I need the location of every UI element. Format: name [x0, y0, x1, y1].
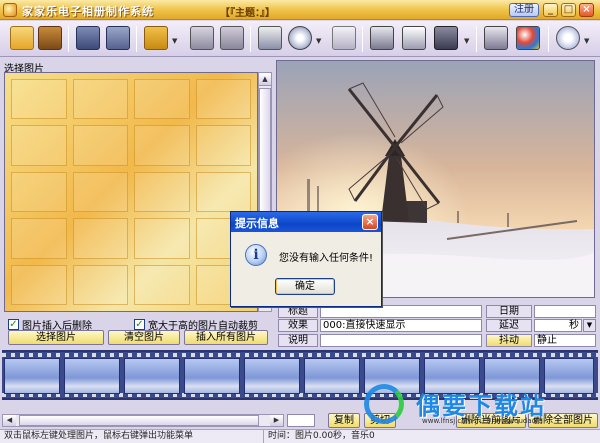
thumbnail-slot[interactable] — [11, 264, 67, 305]
dialog-ok-button[interactable]: 确定 — [275, 278, 335, 295]
thumbnail-slot[interactable] — [134, 125, 190, 166]
position-field[interactable] — [287, 414, 315, 427]
dropdown-arrow-icon[interactable]: ▼ — [316, 37, 321, 45]
title-bar: 家家乐电子相册制作系统 【『主题：』】 注册 _ □ × — [0, 0, 600, 20]
thumbnail-slot[interactable] — [11, 218, 67, 259]
thumbnail-slot[interactable] — [134, 264, 190, 305]
clear-pictures-button[interactable]: 清空图片 — [108, 330, 180, 345]
palette-icon[interactable] — [514, 24, 542, 52]
shake-button[interactable]: 抖动 — [486, 334, 532, 347]
thumbnail-slot[interactable] — [72, 79, 128, 120]
film-perforation — [2, 353, 598, 357]
screenshot-icon[interactable] — [432, 24, 460, 52]
dialog-title-bar: 提示信息 × — [231, 212, 381, 232]
insert-frame-icon[interactable] — [142, 24, 170, 52]
settings-icon[interactable] — [554, 24, 582, 52]
print-icon[interactable] — [188, 24, 216, 52]
filmstrip-scrollbar[interactable]: ◀ ▶ — [2, 414, 284, 427]
dropdown-arrow-icon[interactable]: ▼ — [584, 37, 589, 45]
edit-text-icon[interactable] — [256, 24, 284, 52]
scroll-right-icon[interactable]: ▶ — [270, 415, 283, 426]
status-bar: 双击鼠标左键处理图片，鼠标右键弹出功能菜单 时间：图片0.00秒，音乐0 — [0, 429, 600, 443]
thumbnail-grid[interactable] — [4, 72, 258, 312]
theme-label: 【『主题：』】 — [220, 8, 275, 19]
effect-label: 效果 — [278, 319, 318, 332]
thumbnail-slot[interactable] — [195, 125, 251, 166]
delay-dropdown-icon[interactable]: ▼ — [583, 319, 596, 332]
thumbnail-slot[interactable] — [195, 171, 251, 213]
delay-label: 延迟 — [486, 319, 532, 332]
register-button[interactable]: 注册 — [509, 3, 539, 17]
delay-unit[interactable]: 秒 — [534, 319, 582, 332]
thumbnail-slot[interactable] — [72, 218, 128, 259]
thumbnail-slot[interactable] — [134, 171, 190, 213]
open-album-icon[interactable] — [36, 24, 64, 52]
dialog-title: 提示信息 — [235, 217, 279, 230]
status-hint: 双击鼠标左键处理图片，鼠标右键弹出功能菜单 — [4, 431, 194, 441]
new-album-icon[interactable] — [8, 24, 36, 52]
watermark-logo-icon — [364, 384, 404, 424]
theme-book-icon[interactable] — [368, 24, 396, 52]
film-frame[interactable] — [4, 358, 60, 394]
close-button[interactable]: × — [579, 3, 594, 17]
app-title: 家家乐电子相册制作系统 — [22, 5, 154, 18]
thumbnail-slot[interactable] — [72, 125, 128, 166]
film-frame[interactable] — [124, 358, 180, 394]
info-dialog: 提示信息 × i 您没有输入任何条件! 确定 — [230, 211, 382, 307]
toolbar-separator — [68, 26, 69, 52]
toolbar-separator — [548, 26, 549, 52]
save-all-icon[interactable] — [104, 24, 132, 52]
description-label: 说明 — [278, 334, 318, 347]
music-icon[interactable] — [330, 24, 358, 52]
copy-button[interactable]: 复制 — [328, 413, 360, 428]
date-label: 日期 — [486, 305, 532, 318]
film-frame[interactable] — [304, 358, 360, 394]
site-watermark: 偶要下载站 www.lfnsj.com | 让别 www.oudaole — [360, 382, 600, 432]
save-icon[interactable] — [74, 24, 102, 52]
film-frame[interactable] — [244, 358, 300, 394]
watermark-url: www.lfnsj.com | 让别 www.oudaole — [422, 417, 543, 425]
auto-crop-checkbox[interactable]: ✓ — [134, 319, 145, 330]
dropdown-arrow-icon[interactable]: ▼ — [172, 37, 177, 45]
brush-icon[interactable] — [482, 24, 510, 52]
export-icon[interactable] — [400, 24, 428, 52]
insert-all-pictures-button[interactable]: 插入所有图片 — [184, 330, 268, 345]
toolbar-separator — [250, 26, 251, 52]
description-field[interactable] — [320, 334, 482, 347]
disc-icon[interactable] — [286, 24, 314, 52]
delete-after-insert-checkbox[interactable]: ✓ — [8, 319, 19, 330]
info-icon: i — [245, 244, 267, 266]
film-frame[interactable] — [64, 358, 120, 394]
dropdown-arrow-icon[interactable]: ▼ — [464, 37, 469, 45]
status-time: 时间：图片0.00秒，音乐0 — [263, 430, 375, 443]
toolbar-separator — [362, 26, 363, 52]
maximize-button[interactable]: □ — [561, 3, 576, 17]
app-icon — [3, 3, 17, 17]
select-pictures-button[interactable]: 选择图片 — [8, 330, 104, 345]
toolbar-separator — [136, 26, 137, 52]
effect-select[interactable]: 000:直接快速显示 — [320, 319, 482, 332]
thumbnail-slot[interactable] — [72, 171, 128, 213]
thumbnail-slot[interactable] — [195, 79, 251, 120]
scroll-up-icon[interactable]: ▲ — [259, 73, 271, 86]
film-frame[interactable] — [184, 358, 240, 394]
shake-value[interactable]: 静止 — [534, 334, 596, 347]
delete-icon[interactable] — [218, 24, 246, 52]
dialog-close-icon[interactable]: × — [362, 214, 378, 230]
thumbnail-slot[interactable] — [134, 218, 190, 259]
thumbnail-slot[interactable] — [134, 79, 190, 120]
thumbnail-slot[interactable] — [11, 79, 67, 120]
minimize-button[interactable]: _ — [543, 3, 558, 17]
scroll-left-icon[interactable]: ◀ — [3, 415, 16, 426]
toolbar: ▼ ▼ ▼ ▼ — [0, 21, 600, 57]
toolbar-separator — [476, 26, 477, 52]
thumbnail-slot[interactable] — [11, 171, 67, 213]
thumbnail-slot[interactable] — [11, 125, 67, 166]
dialog-message: 您没有输入任何条件! — [279, 253, 374, 264]
thumbnail-slot[interactable] — [72, 264, 128, 305]
scroll-thumb[interactable] — [19, 415, 259, 426]
date-field[interactable] — [534, 305, 596, 318]
